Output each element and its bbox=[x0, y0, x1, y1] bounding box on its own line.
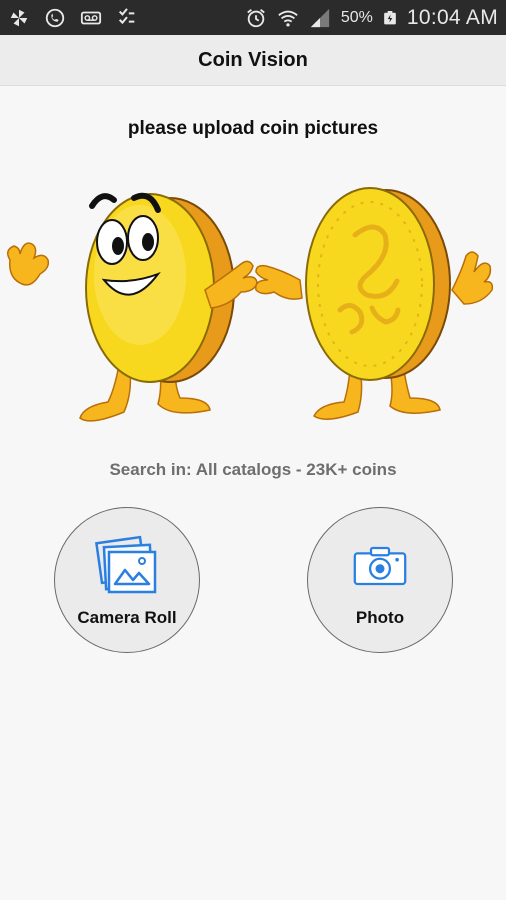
search-scope-text: Search in: All catalogs - 23K+ coins bbox=[109, 460, 397, 479]
right-coin-character bbox=[255, 187, 494, 420]
pinwheel-icon bbox=[10, 9, 28, 27]
camera-icon bbox=[353, 546, 407, 586]
left-coin-character bbox=[7, 192, 258, 422]
camera-roll-button[interactable]: Camera Roll bbox=[54, 507, 200, 653]
checklist-icon bbox=[118, 8, 135, 25]
battery-charging-icon bbox=[384, 11, 396, 25]
clock: 10:04 AM bbox=[406, 6, 498, 29]
photo-label: Photo bbox=[355, 608, 405, 627]
app-bar: Coin Vision bbox=[0, 35, 506, 86]
battery-percent: 50% bbox=[340, 9, 373, 26]
signal-icon bbox=[310, 8, 329, 28]
missed-call-icon bbox=[45, 8, 65, 28]
wifi-icon bbox=[278, 10, 298, 27]
system-icons: 50% 10:04 AM bbox=[245, 4, 498, 32]
voicemail-icon bbox=[80, 11, 102, 25]
upload-instruction: please upload coin pictures bbox=[127, 118, 379, 139]
alarm-icon bbox=[247, 9, 265, 28]
status-bar: 50% 10:04 AM bbox=[0, 0, 506, 35]
photo-button[interactable]: Photo bbox=[307, 507, 453, 653]
camera-roll-label: Camera Roll bbox=[77, 608, 177, 627]
notification-icons bbox=[8, 6, 138, 30]
coin-mascot-illustration bbox=[7, 187, 494, 422]
photo-gallery-icon bbox=[95, 535, 157, 594]
app-title: Coin Vision bbox=[198, 48, 308, 71]
